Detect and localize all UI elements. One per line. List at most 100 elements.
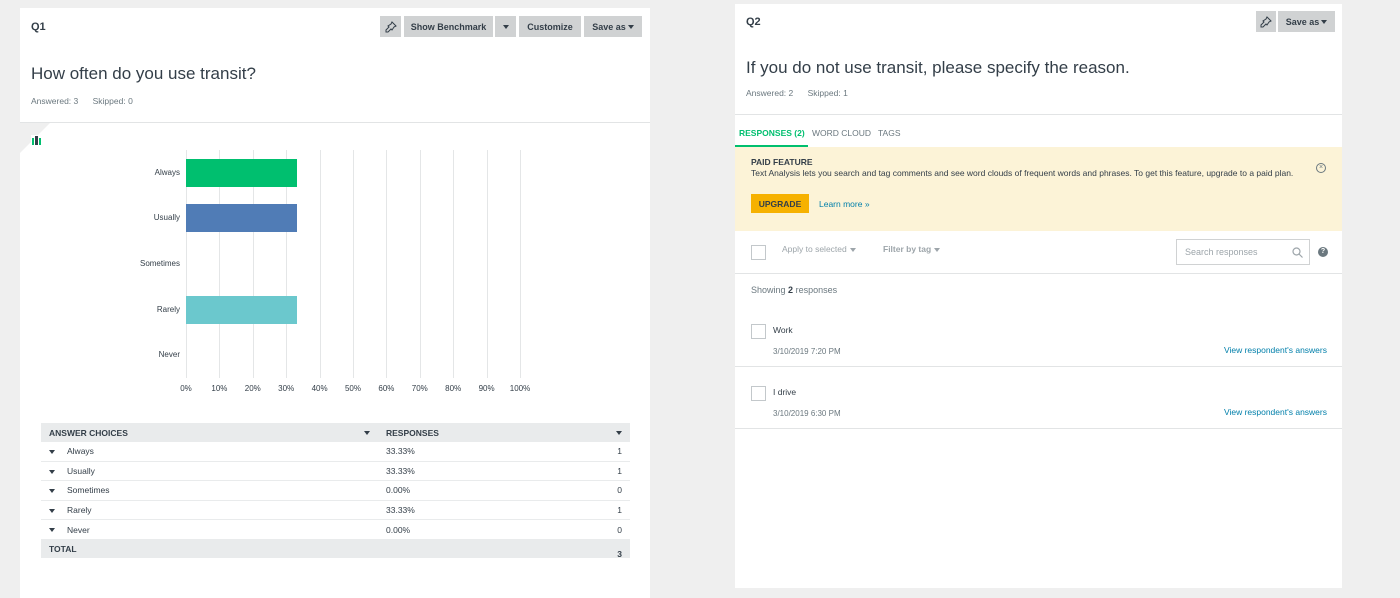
- search-icon[interactable]: [1292, 247, 1303, 258]
- response-checkbox[interactable]: [751, 324, 766, 339]
- response-cell: 33.33% 1: [378, 446, 630, 456]
- showing-count: 2: [788, 285, 794, 295]
- answer-choice-label: Always: [67, 446, 94, 457]
- tab-responses[interactable]: RESPONSES (2): [739, 128, 805, 138]
- header-answer-choices[interactable]: ANSWER CHOICES: [41, 428, 378, 438]
- expand-caret-icon[interactable]: [49, 450, 55, 455]
- x-tick-label: 100%: [509, 384, 531, 393]
- view-respondent-answers-link[interactable]: View respondent's answers: [1224, 345, 1327, 355]
- help-icon[interactable]: ?: [1318, 247, 1328, 257]
- filter-by-tag-dropdown[interactable]: Filter by tag: [883, 244, 941, 254]
- tab-tags[interactable]: TAGS: [878, 128, 901, 138]
- close-icon[interactable]: ×: [1316, 163, 1326, 173]
- table-row[interactable]: Usually 33.33% 1: [41, 462, 630, 482]
- banner-text: Text Analysis lets you search and tag co…: [751, 168, 1294, 178]
- search-input[interactable]: Search responses: [1176, 239, 1310, 265]
- chevron-down-icon: [849, 247, 856, 252]
- divider: [735, 366, 1342, 367]
- response-count: 1: [617, 505, 622, 516]
- response-percent: 33.33%: [386, 465, 415, 476]
- total-label: TOTAL: [49, 543, 77, 554]
- header-responses[interactable]: RESPONSES: [378, 428, 630, 438]
- response-percent: 0.00%: [386, 485, 411, 496]
- apply-to-selected-dropdown[interactable]: Apply to selected: [782, 244, 856, 254]
- upgrade-button[interactable]: UPGRADE: [751, 194, 809, 213]
- skipped-count: Skipped: 1: [807, 88, 848, 98]
- expand-caret-icon[interactable]: [49, 489, 55, 494]
- response-date: 3/10/2019 6:30 PM: [773, 409, 841, 418]
- response-count: 0: [617, 524, 622, 535]
- response-percent: 0.00%: [386, 524, 411, 535]
- pin-icon: [1260, 15, 1272, 27]
- y-category-label: Usually: [153, 213, 180, 223]
- expand-caret-icon[interactable]: [49, 469, 55, 474]
- gridline: [419, 150, 421, 378]
- response-count: 1: [617, 465, 622, 476]
- apply-to-selected-label: Apply to selected: [782, 244, 847, 254]
- benchmark-dropdown-button[interactable]: [495, 16, 516, 37]
- pin-button[interactable]: [380, 16, 401, 37]
- answered-count: Answered: 2: [746, 88, 794, 98]
- response-checkbox[interactable]: [751, 386, 766, 401]
- table-total-row: TOTAL 3: [41, 539, 630, 559]
- bar-usually[interactable]: [186, 204, 298, 233]
- expand-caret-icon[interactable]: [49, 508, 55, 513]
- response-count: 1: [617, 446, 622, 457]
- response-date: 3/10/2019 7:20 PM: [773, 347, 841, 356]
- skipped-count: Skipped: 0: [92, 96, 133, 106]
- table-body: Always 33.33% 1 Usually 33.33% 1 Sometimes 0.00…: [41, 442, 630, 540]
- divider: [735, 428, 1342, 429]
- answer-choice-label: Sometimes: [67, 485, 110, 496]
- filter-by-tag-label: Filter by tag: [883, 244, 932, 254]
- x-tick-label: 0%: [180, 384, 192, 393]
- select-all-checkbox[interactable]: [751, 245, 766, 260]
- y-category-label: Rarely: [156, 304, 180, 314]
- pin-button[interactable]: [1256, 11, 1276, 32]
- sort-caret-icon: [616, 430, 622, 435]
- bar-always[interactable]: [186, 158, 298, 187]
- x-tick-label: 10%: [211, 384, 228, 393]
- x-tick-label: 80%: [445, 384, 462, 393]
- table-row[interactable]: Sometimes 0.00% 0: [41, 481, 630, 501]
- x-tick-label: 70%: [411, 384, 428, 393]
- chart-type-icon[interactable]: [31, 135, 42, 146]
- pin-icon: [385, 20, 397, 32]
- x-tick-label: 50%: [344, 384, 361, 393]
- question-card-q1: Q1 Show Benchmark Customize Save as How …: [20, 8, 650, 598]
- answer-choice-cell: Never: [41, 525, 378, 535]
- search-placeholder: Search responses: [1185, 247, 1258, 257]
- expand-caret-icon[interactable]: [49, 528, 55, 533]
- answered-count: Answered: 3: [31, 96, 79, 106]
- table-row[interactable]: Always 33.33% 1: [41, 442, 630, 462]
- save-as-button[interactable]: Save as: [1278, 11, 1335, 32]
- paid-feature-banner: PAID FEATURE Text Analysis lets you sear…: [735, 147, 1342, 231]
- show-benchmark-button[interactable]: Show Benchmark: [404, 16, 493, 37]
- divider: [735, 273, 1342, 274]
- x-tick-label: 40%: [311, 384, 328, 393]
- y-category-label: Always: [154, 167, 180, 177]
- gridline: [386, 150, 388, 378]
- customize-button[interactable]: Customize: [519, 16, 581, 37]
- response-cell: 33.33% 1: [378, 466, 630, 476]
- gridline: [353, 150, 354, 378]
- table-row[interactable]: Rarely 33.33% 1: [41, 501, 630, 521]
- save-as-button[interactable]: Save as: [584, 16, 642, 37]
- x-tick-label: 90%: [478, 384, 495, 393]
- chevron-down-icon: [934, 247, 941, 252]
- bar-rarely[interactable]: [186, 295, 298, 324]
- question-number: Q1: [31, 21, 46, 33]
- response-percent: 33.33%: [386, 446, 415, 457]
- answer-choice-cell: Sometimes: [41, 485, 378, 495]
- chevron-down-icon: [1321, 19, 1328, 24]
- gridline: [319, 150, 321, 378]
- chevron-down-icon: [502, 24, 509, 29]
- showing-prefix: Showing: [751, 285, 786, 295]
- divider: [20, 122, 650, 123]
- response-cell: 0.00% 0: [378, 525, 630, 535]
- view-respondent-answers-link[interactable]: View respondent's answers: [1224, 407, 1327, 417]
- table-header: ANSWER CHOICES RESPONSES: [41, 423, 630, 442]
- gridline: [453, 150, 455, 378]
- learn-more-link[interactable]: Learn more »: [819, 199, 870, 209]
- table-row[interactable]: Never 0.00% 0: [41, 520, 630, 540]
- tab-word-cloud[interactable]: WORD CLOUD: [812, 128, 871, 138]
